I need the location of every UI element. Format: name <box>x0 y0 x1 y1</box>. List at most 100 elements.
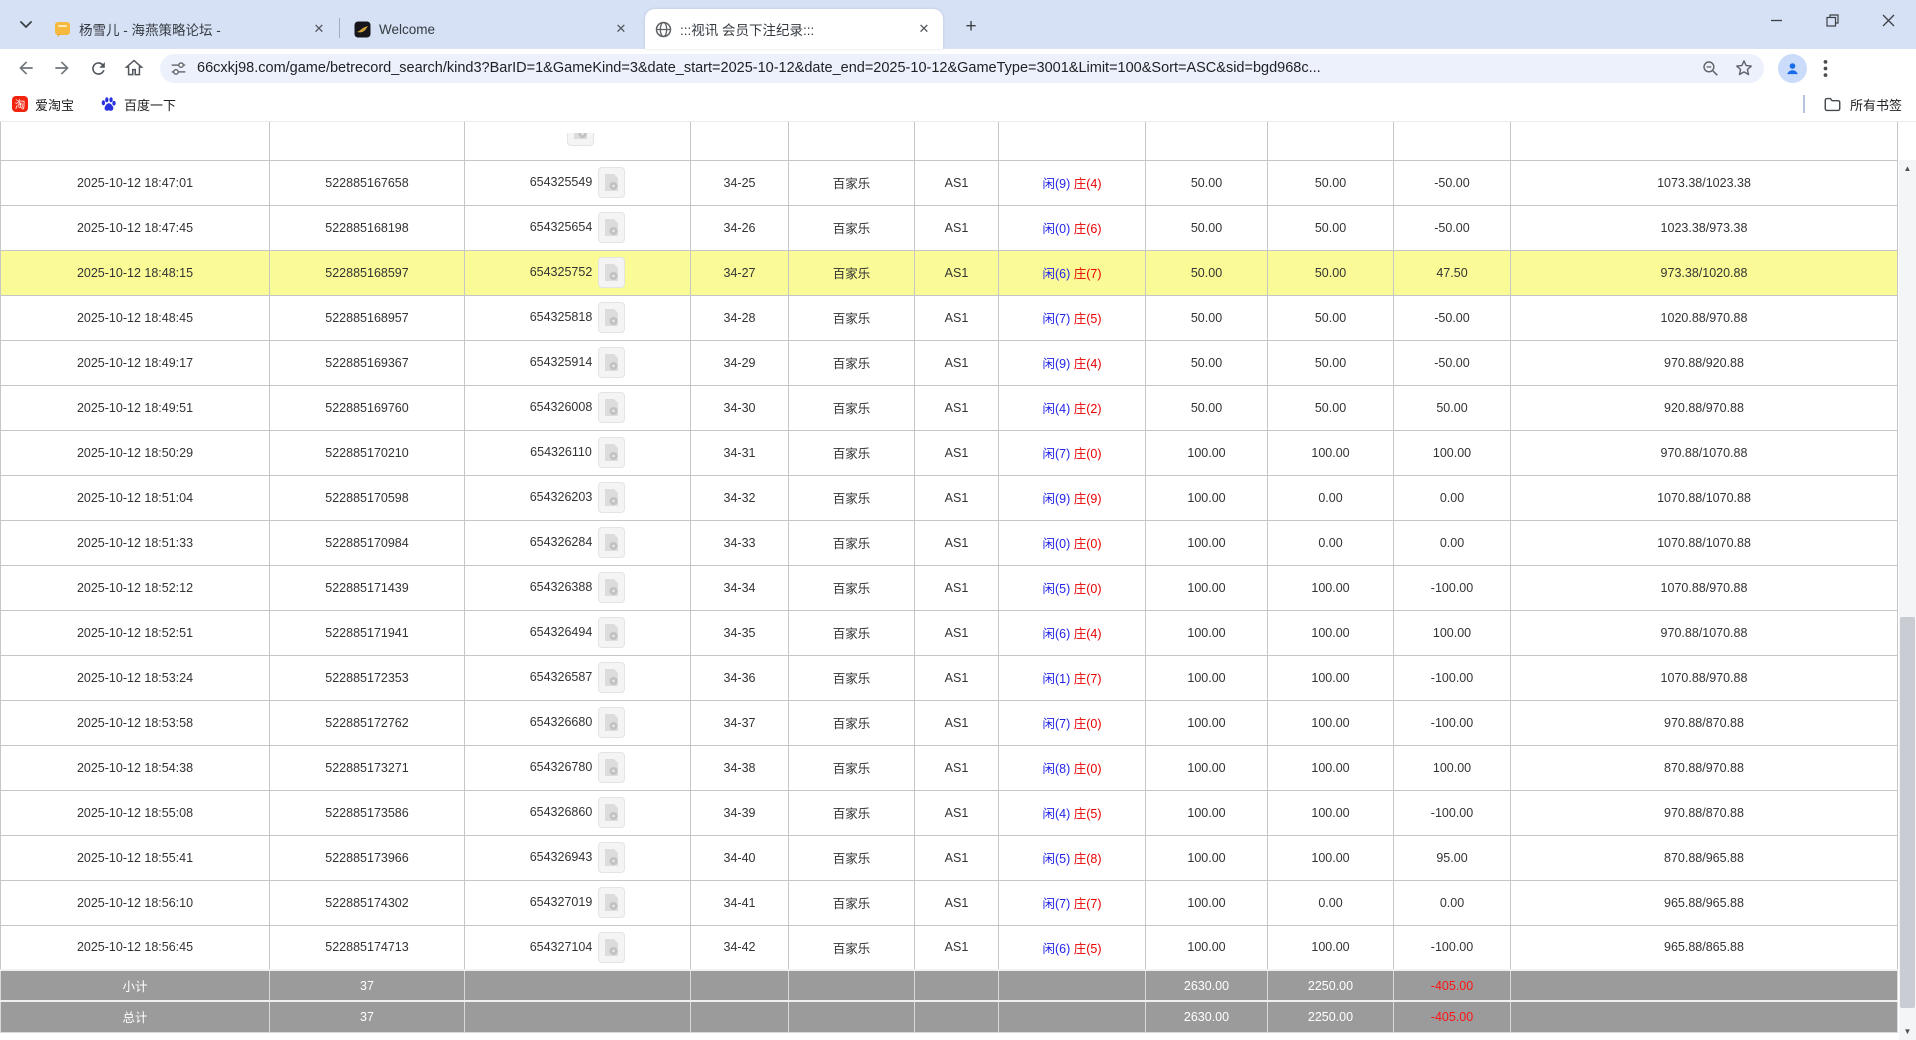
video-record-icon[interactable] <box>598 797 625 828</box>
cell-bet-amount-link[interactable]: 100.00 <box>1146 655 1268 700</box>
home-icon[interactable] <box>116 52 152 84</box>
address-bar[interactable]: 66cxkj98.com/game/betrecord_search/kind3… <box>160 54 1764 83</box>
cell-bet-amount-link[interactable]: 100.00 <box>1146 700 1268 745</box>
tab-welcome[interactable]: Welcome ✕ <box>344 9 640 49</box>
cell-bet-amount-link[interactable]: 50.00 <box>1146 205 1268 250</box>
cell-winloss: 95.00 <box>1394 835 1511 880</box>
bookmark-aitaobao[interactable]: 淘 爱淘宝 <box>12 95 74 114</box>
video-record-icon[interactable] <box>598 347 625 378</box>
cell-bet-amount-link[interactable]: 50.00 <box>1146 340 1268 385</box>
menu-dots-icon[interactable] <box>1823 59 1828 78</box>
cell-order-id: 522885170598 <box>270 475 465 520</box>
cell-bet-amount-link[interactable]: 100.00 <box>1146 475 1268 520</box>
bet-banker: 庄(4) <box>1074 627 1102 641</box>
cell-balance: 1020.88/970.88 <box>1511 295 1898 340</box>
scroll-up-icon[interactable]: ▲ <box>1899 160 1916 177</box>
cell-game-id: 654326587 <box>465 655 691 700</box>
cell-order-id: 522885172762 <box>270 700 465 745</box>
video-record-icon[interactable] <box>598 257 625 288</box>
cell-bet-amount-link[interactable]: 50.00 <box>1146 160 1268 205</box>
zoom-icon[interactable] <box>1701 59 1720 78</box>
site-settings-icon[interactable] <box>170 60 187 77</box>
table-row: 2025-10-12 18:51:33522885170984654326284… <box>1 520 1898 565</box>
table-row: 2025-10-12 18:53:58522885172762654326680… <box>1 700 1898 745</box>
cell-game-id: 654325752 <box>465 250 691 295</box>
video-record-icon[interactable] <box>598 752 625 783</box>
cell-empty <box>465 1001 691 1032</box>
video-record-icon[interactable] <box>598 932 625 963</box>
video-record-icon[interactable] <box>598 887 625 918</box>
forward-icon[interactable] <box>44 52 80 84</box>
close-icon[interactable]: ✕ <box>915 20 933 38</box>
video-record-icon[interactable] <box>598 302 625 333</box>
video-record-icon[interactable] <box>598 662 625 693</box>
back-icon[interactable] <box>8 52 44 84</box>
tab-strip: 杨雪儿 - 海燕策略论坛 - ✕ Welcome ✕ :::视讯 会员下注纪录:… <box>0 0 1916 49</box>
window-close-button[interactable] <box>1860 0 1916 40</box>
tab-forum[interactable]: 杨雪儿 - 海燕策略论坛 - ✕ <box>44 9 338 49</box>
cell-valid-amount: 0.00 <box>1268 880 1394 925</box>
video-record-icon[interactable] <box>598 392 625 423</box>
cell-bet-amount-link[interactable]: 100.00 <box>1146 565 1268 610</box>
cell-bet-amount-link[interactable]: 50.00 <box>1146 295 1268 340</box>
scrollbar-thumb[interactable] <box>1900 617 1915 1008</box>
tab-bet-record[interactable]: :::视讯 会员下注纪录::: ✕ <box>645 9 943 49</box>
new-tab-button[interactable]: + <box>958 14 984 40</box>
cell-order-id: 522885168198 <box>270 205 465 250</box>
all-bookmarks-button[interactable]: 所有书签 <box>1803 95 1902 114</box>
video-record-icon[interactable] <box>598 527 625 558</box>
cell-bet-amount-link[interactable]: 100.00 <box>1146 790 1268 835</box>
cell-balance: 970.88/1070.88 <box>1511 430 1898 475</box>
cell-bet-amount-link[interactable]: 50.00 <box>1146 250 1268 295</box>
cell-bet-amount-link[interactable]: 100.00 <box>1146 430 1268 475</box>
cell-game-name: 百家乐 <box>789 295 915 340</box>
video-record-icon[interactable] <box>598 617 625 648</box>
vertical-scrollbar[interactable]: ▲ ▼ <box>1899 160 1916 1040</box>
video-record-icon[interactable] <box>598 212 625 243</box>
video-record-icon[interactable] <box>598 842 625 873</box>
video-record-icon[interactable] <box>598 482 625 513</box>
table-row: 2025-10-12 18:47:45522885168198654325654… <box>1 205 1898 250</box>
video-record-icon[interactable] <box>598 707 625 738</box>
cell-bet-amount-link[interactable]: 100.00 <box>1146 745 1268 790</box>
cell-winloss: 0.00 <box>1394 880 1511 925</box>
game-id-text: 654326780 <box>530 760 593 774</box>
cell-game-name: 百家乐 <box>789 835 915 880</box>
cell-bet-amount-link[interactable]: 100.00 <box>1146 520 1268 565</box>
bookmark-baidu[interactable]: 百度一下 <box>100 95 176 114</box>
video-record-icon[interactable] <box>598 167 625 198</box>
cell-bet-time: 2025-10-12 18:51:33 <box>1 520 270 565</box>
tab-search-chevron-icon[interactable] <box>12 14 40 36</box>
scroll-down-icon[interactable]: ▼ <box>1899 1023 1916 1040</box>
reload-icon[interactable] <box>80 52 116 84</box>
cell-round: 34-26 <box>691 205 789 250</box>
video-record-icon[interactable] <box>598 437 625 468</box>
cell-empty <box>1394 122 1511 160</box>
close-icon[interactable]: ✕ <box>612 20 630 38</box>
window-restore-button[interactable] <box>1804 0 1860 40</box>
bet-banker: 庄(4) <box>1074 357 1102 371</box>
cell-order-id: 522885170984 <box>270 520 465 565</box>
cell-bet-amount-link[interactable]: 100.00 <box>1146 880 1268 925</box>
cell-valid-amount: 100.00 <box>1268 610 1394 655</box>
cell-bet-detail: 闲(8) 庄(0) <box>999 745 1146 790</box>
cell-bet-amount-link[interactable]: 100.00 <box>1146 835 1268 880</box>
total-amount: 2630.00 <box>1146 1001 1268 1032</box>
profile-avatar[interactable] <box>1778 54 1807 83</box>
table-row: 2025-10-12 18:56:45522885174713654327104… <box>1 925 1898 970</box>
bet-banker: 庄(0) <box>1074 447 1102 461</box>
video-record-icon[interactable] <box>567 133 594 146</box>
cell-bet-amount-link[interactable]: 100.00 <box>1146 610 1268 655</box>
cell-bet-time: 2025-10-12 18:52:51 <box>1 610 270 655</box>
browser-toolbar: 66cxkj98.com/game/betrecord_search/kind3… <box>0 49 1916 87</box>
bet-player: 闲(5) <box>1042 852 1070 866</box>
close-icon[interactable]: ✕ <box>310 20 328 38</box>
window-minimize-button[interactable] <box>1748 0 1804 40</box>
video-record-icon[interactable] <box>598 572 625 603</box>
cell-bet-amount-link[interactable]: 50.00 <box>1146 385 1268 430</box>
cell-winloss: 0.00 <box>1394 520 1511 565</box>
cell-bet-detail: 闲(9) 庄(9) <box>999 475 1146 520</box>
cell-bet-amount-link[interactable]: 100.00 <box>1146 925 1268 970</box>
cell-game-name: 百家乐 <box>789 700 915 745</box>
bookmark-star-icon[interactable] <box>1734 58 1754 78</box>
